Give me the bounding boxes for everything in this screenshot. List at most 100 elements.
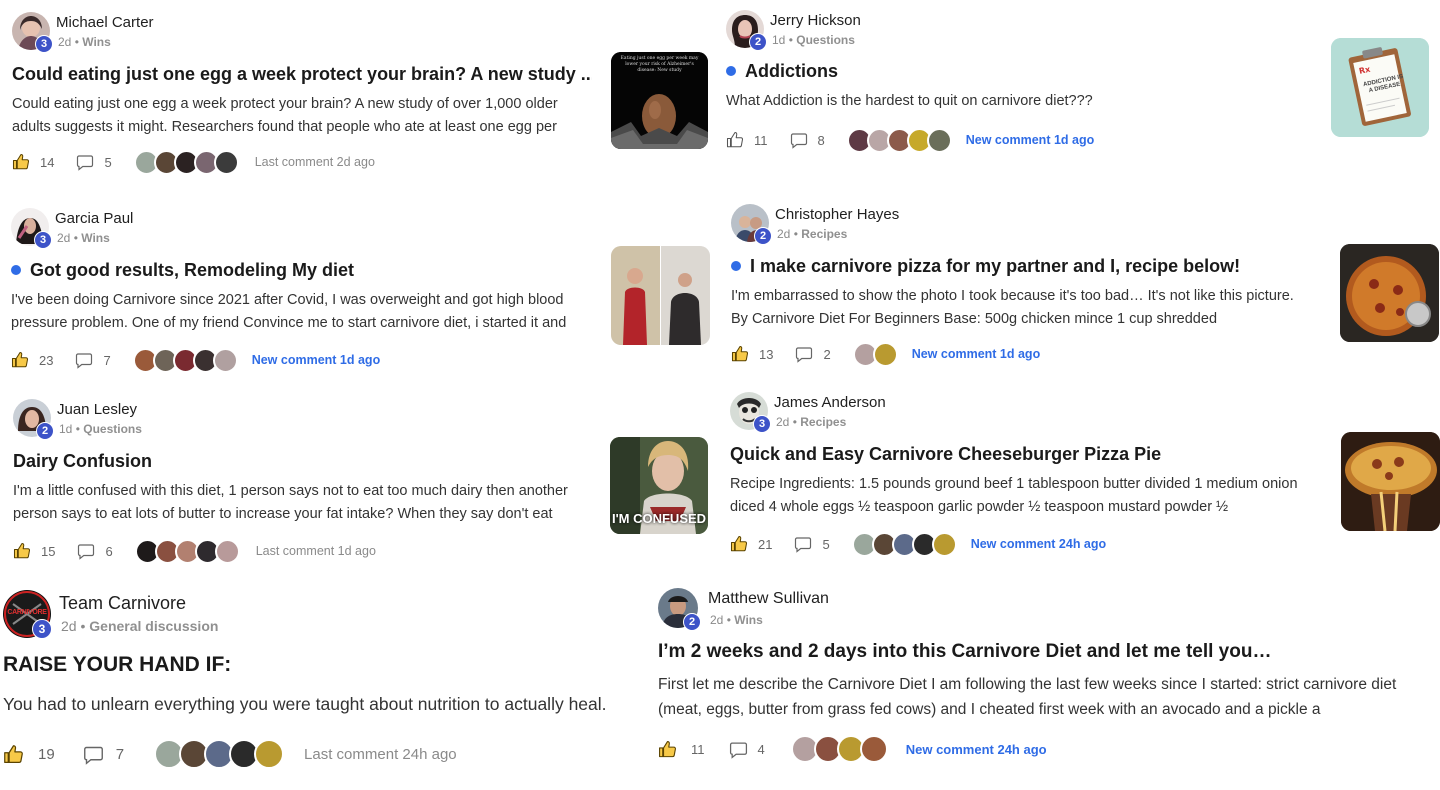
commenter-avatars[interactable] [851, 531, 957, 557]
comment-button[interactable]: 8 [790, 131, 825, 149]
commenter-avatars[interactable] [852, 341, 898, 367]
commenter-avatars[interactable] [133, 149, 239, 175]
post-category[interactable]: Recipes [800, 415, 846, 429]
commenter-avatars[interactable] [132, 347, 238, 373]
comment-button[interactable]: 4 [729, 740, 765, 759]
post-category[interactable]: General discussion [89, 618, 218, 634]
comment-button[interactable]: 2 [795, 345, 831, 363]
level-badge: 3 [32, 619, 52, 639]
post-excerpt: I'm a little confused with this diet, 1 … [13, 483, 568, 522]
avatar[interactable]: 3 [12, 12, 53, 53]
comment-button[interactable]: 5 [794, 535, 830, 553]
post-title-text: Got good results, Remodeling My diet [30, 260, 355, 280]
post-title[interactable]: RAISE YOUR HAND IF: [3, 650, 643, 680]
post-category[interactable]: Questions [83, 422, 142, 436]
post-title[interactable]: Got good results, Remodeling My diet [11, 257, 596, 283]
post-thumbnail[interactable]: Rx ADDICTION IS A DISEASE [1331, 38, 1429, 137]
avatar[interactable]: CARNIVORE 3 [3, 590, 52, 639]
like-button[interactable]: 23 [11, 351, 53, 369]
comment-button[interactable]: 6 [77, 542, 113, 560]
avatar[interactable]: 2 [13, 399, 54, 440]
like-button[interactable]: 14 [12, 153, 54, 171]
post-title[interactable]: Quick and Easy Carnivore Cheeseburger Pi… [730, 441, 1330, 467]
thumbs-up-icon [659, 740, 676, 757]
post-category[interactable]: Wins [81, 231, 110, 245]
like-count: 15 [41, 543, 56, 559]
carnivore-logo-text: CARNIVORE [7, 609, 47, 616]
comment-button[interactable]: 7 [75, 351, 111, 369]
post-stats: 14 5 Last comment 2d ago [12, 149, 607, 175]
last-activity[interactable]: New comment 24h ago [971, 537, 1106, 551]
post-card[interactable]: CARNIVORE 3 Team Carnivore 2d • General … [3, 590, 648, 770]
post-thumbnail[interactable]: Eating just one egg per week may lower y… [611, 52, 708, 149]
unread-dot-icon [726, 66, 736, 76]
commenter-avatars[interactable] [790, 735, 888, 763]
like-button[interactable]: 21 [730, 535, 772, 553]
last-activity: Last comment 1d ago [255, 544, 376, 558]
author-name[interactable]: Matthew Sullivan [708, 589, 829, 609]
thumbnail-caption: I'M CONFUSED [611, 511, 707, 526]
author-name[interactable]: Garcia Paul [55, 209, 133, 229]
post-category[interactable]: Wins [82, 35, 111, 49]
post-title[interactable]: I make carnivore pizza for my partner an… [731, 253, 1331, 279]
post-card[interactable]: 3 Garcia Paul 2d • Wins Got good results… [11, 208, 606, 373]
avatar[interactable]: 3 [730, 392, 771, 433]
post-card[interactable]: 2 Juan Lesley 1d • Questions Dairy Confu… [13, 399, 608, 564]
post-author: 2 Matthew Sullivan 2d • Wins [658, 588, 1433, 631]
post-title[interactable]: Dairy Confusion [13, 448, 598, 474]
comment-bubble-icon [76, 353, 93, 369]
like-count: 19 [38, 745, 55, 763]
post-card[interactable]: 2 Matthew Sullivan 2d • Wins I’m 2 weeks… [658, 588, 1433, 764]
post-thumbnail[interactable] [1340, 244, 1439, 342]
commenter-avatars[interactable] [134, 538, 240, 564]
post-time: 2d [61, 618, 77, 634]
author-name[interactable]: Michael Carter [56, 13, 154, 33]
last-activity[interactable]: New comment 24h ago [906, 742, 1047, 757]
post-title-text: Dairy Confusion [13, 451, 153, 471]
post-thumbnail[interactable] [611, 246, 710, 345]
author-name[interactable]: James Anderson [774, 393, 886, 413]
commenter-avatars[interactable] [154, 739, 285, 769]
post-card[interactable]: 3 James Anderson 2d • Recipes Quick and … [730, 392, 1330, 557]
avatar[interactable]: 2 [731, 204, 772, 245]
commenter-avatar [872, 341, 898, 367]
avatar[interactable]: 3 [11, 208, 52, 249]
post-thumbnail[interactable]: I'M CONFUSED [610, 437, 708, 534]
post-meta: 1d • Questions [59, 422, 142, 436]
comment-button[interactable]: 7 [83, 744, 124, 765]
last-activity[interactable]: New comment 1d ago [966, 133, 1095, 147]
like-count: 23 [39, 352, 54, 368]
post-title[interactable]: Addictions [726, 58, 1316, 84]
comment-button[interactable]: 5 [76, 153, 112, 171]
avatar[interactable]: 2 [726, 10, 767, 51]
author-name[interactable]: Team Carnivore [59, 591, 218, 615]
post-category[interactable]: Questions [796, 33, 855, 47]
post-card[interactable]: 2 Christopher Hayes 2d • Recipes I make … [731, 204, 1331, 367]
like-button[interactable]: 11 [658, 740, 705, 759]
post-excerpt: I'm embarrassed to show the photo I took… [731, 288, 1294, 327]
like-button[interactable]: 15 [13, 542, 55, 560]
post-excerpt: First let me describe the Carnivore Diet… [658, 676, 1397, 718]
commenter-avatar [926, 127, 952, 153]
post-card[interactable]: 2 Jerry Hickson 1d • Questions Addiction… [726, 10, 1326, 153]
avatar[interactable]: 2 [658, 588, 701, 631]
last-activity[interactable]: New comment 1d ago [912, 347, 1041, 361]
like-button[interactable]: 11 [726, 131, 768, 149]
post-title[interactable]: I’m 2 weeks and 2 days into this Carnivo… [658, 639, 1428, 665]
author-name[interactable]: Juan Lesley [57, 400, 142, 420]
post-thumbnail[interactable] [1341, 432, 1440, 531]
commenter-avatar [213, 149, 239, 175]
post-time: 1d [59, 422, 73, 436]
post-category[interactable]: Wins [734, 613, 763, 627]
post-stats: 11 4 New comment 24h ago [658, 734, 1433, 764]
post-stats: 19 7 Last comment 24h ago [3, 738, 648, 770]
post-card[interactable]: 3 Michael Carter 2d • Wins Could eating … [12, 12, 607, 175]
commenter-avatars[interactable] [846, 127, 952, 153]
post-title[interactable]: Could eating just one egg a week protect… [12, 61, 592, 87]
like-button[interactable]: 19 [3, 744, 55, 765]
author-name[interactable]: Christopher Hayes [775, 205, 899, 225]
post-category[interactable]: Recipes [801, 227, 847, 241]
last-activity[interactable]: New comment 1d ago [252, 353, 381, 367]
like-button[interactable]: 13 [731, 345, 773, 363]
author-name[interactable]: Jerry Hickson [770, 11, 861, 31]
